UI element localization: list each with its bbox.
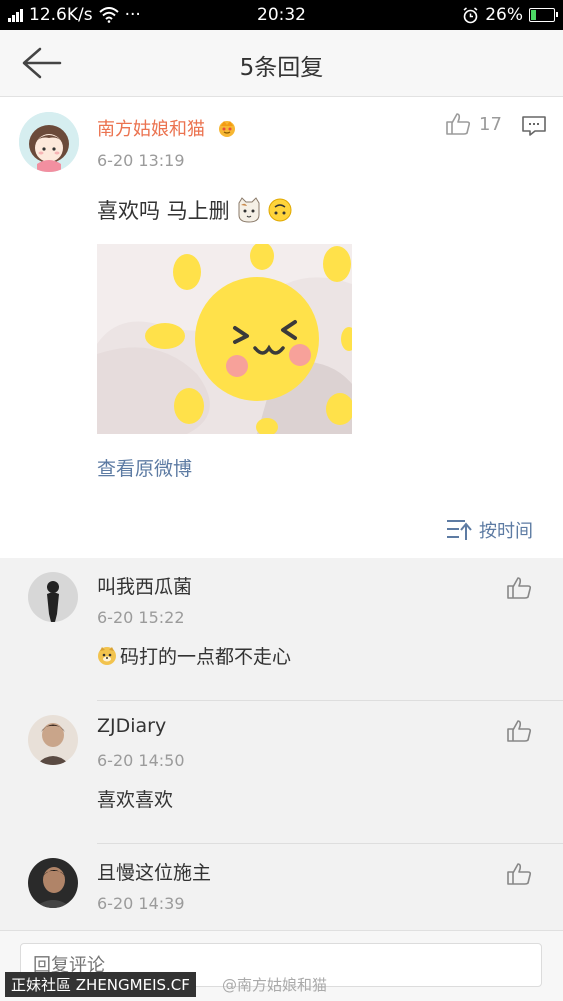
status-bar: 12.6K/s ··· 20:32 26%: [0, 0, 563, 30]
reply-time: 6-20 15:22: [97, 608, 185, 627]
thumbs-up-icon[interactable]: [506, 862, 532, 886]
reply-item: 叫我西瓜菌 6-20 15:22 码打的一点都不走心: [0, 558, 563, 701]
battery-percent: 26%: [485, 5, 523, 25]
watermark-right: @南方姑娘和猫: [222, 976, 328, 994]
comment-icon[interactable]: [521, 114, 547, 138]
crown-badge-icon: [218, 121, 235, 137]
photo-avatar: [28, 858, 78, 908]
reply-time: 6-20 14:39: [97, 894, 185, 913]
watermark-left: 正妹社區 ZHENGMEIS.CF: [5, 972, 196, 997]
thumbs-up-icon[interactable]: [506, 576, 532, 600]
cartoon-girl-avatar: [19, 112, 79, 172]
doge-emoji-icon: [98, 646, 116, 665]
avatar[interactable]: [19, 112, 79, 172]
reply-time: 6-20 14:50: [97, 751, 185, 770]
comment-time: 6-20 13:19: [97, 151, 185, 170]
reply-username[interactable]: ZJDiary: [97, 715, 166, 737]
alarm-icon: [463, 6, 478, 23]
avatar[interactable]: [28, 858, 78, 908]
photo-avatar: [28, 715, 78, 765]
cat-emoji-icon: [238, 197, 260, 223]
thumbs-up-icon[interactable]: [506, 719, 532, 743]
reply-text: 码打的一点都不走心: [97, 642, 291, 669]
comment-username[interactable]: 南方姑娘和猫: [97, 115, 237, 141]
view-original-weibo-link[interactable]: 查看原微博: [97, 454, 192, 481]
reply-item: 且慢这位施主 6-20 14:39: [0, 844, 563, 930]
reply-username[interactable]: 且慢这位施主: [97, 858, 211, 885]
battery-icon: [529, 8, 558, 22]
avatar[interactable]: [28, 572, 78, 622]
comment-image[interactable]: [97, 244, 352, 434]
like-count: 17: [479, 113, 502, 135]
comment-text: 喜欢吗 马上删: [97, 195, 292, 225]
sort-icon: [447, 520, 472, 540]
upside-down-smile-icon: [268, 198, 292, 222]
page-title: 5条回复: [239, 55, 324, 81]
like-button[interactable]: 17: [445, 112, 502, 136]
silhouette-avatar: [28, 572, 78, 622]
sort-by-time-button[interactable]: 按时间: [445, 517, 533, 543]
reply-username[interactable]: 叫我西瓜菌: [97, 572, 192, 599]
sort-label: 按时间: [479, 521, 533, 542]
reply-text: 喜欢喜欢: [97, 789, 174, 811]
avatar[interactable]: [28, 715, 78, 765]
thumbs-up-icon: [446, 113, 471, 135]
nav-bar: 5条回复: [0, 30, 563, 97]
reply-item: ZJDiary 6-20 14:50 喜欢喜欢: [0, 701, 563, 844]
main-comment: 南方姑娘和猫 6-20 13:19 17 喜欢吗 马上删 查看原微博 按时间: [0, 97, 563, 558]
